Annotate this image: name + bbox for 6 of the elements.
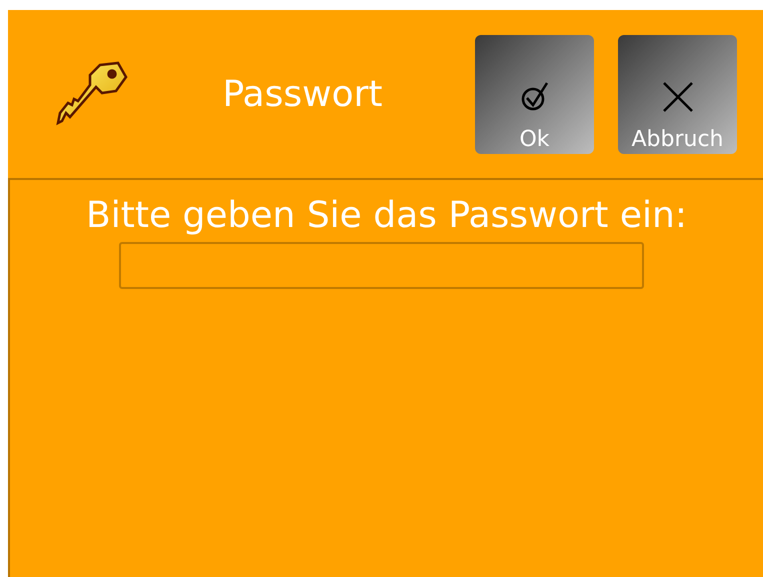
dialog-title: Passwort [221,74,384,114]
prompt-text: Bitte geben Sie das Passwort ein: [86,194,687,238]
cancel-button[interactable]: Abbruch [618,34,737,154]
password-field[interactable] [119,242,644,289]
key-icon [56,61,128,127]
ok-button[interactable]: Ok [475,34,594,154]
